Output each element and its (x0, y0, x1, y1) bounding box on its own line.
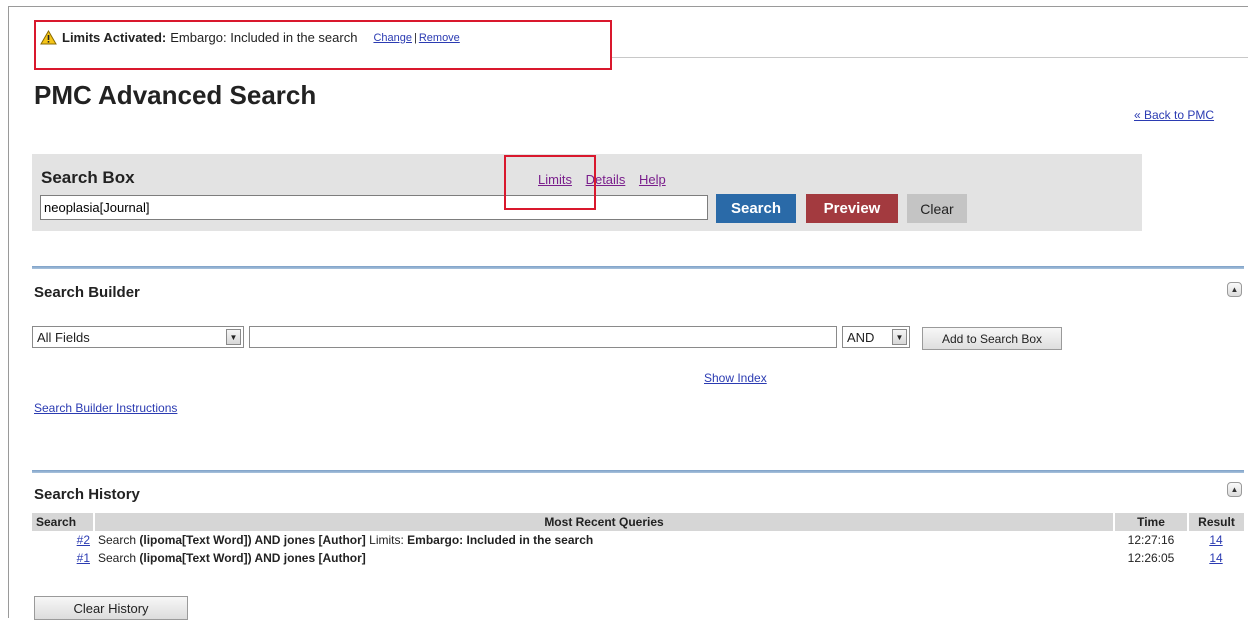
search-history-table: Search Most Recent Queries Time Result #… (32, 513, 1244, 567)
search-history-title: Search History (34, 486, 140, 503)
boolean-operator-select[interactable]: AND ▼ (842, 326, 910, 348)
collapse-up-icon[interactable]: ▲ (1227, 282, 1242, 297)
search-builder-divider (32, 266, 1244, 269)
table-row: #2 Search (lipoma[Text Word]) AND jones … (32, 531, 1244, 549)
add-to-search-box-button[interactable]: Add to Search Box (922, 327, 1062, 350)
page-title: PMC Advanced Search (34, 80, 317, 110)
back-to-pmc-link[interactable]: « Back to PMC (1134, 108, 1214, 122)
table-row: #1 Search (lipoma[Text Word]) AND jones … (32, 549, 1244, 567)
search-button[interactable]: Search (716, 194, 796, 223)
query-cell: Search (lipoma[Text Word]) AND jones [Au… (94, 549, 1114, 567)
table-header-row: Search Most Recent Queries Time Result (32, 513, 1244, 531)
column-header-search: Search (32, 513, 95, 531)
field-select-value: All Fields (37, 329, 90, 345)
query-limits-label: Limits: (369, 533, 404, 547)
chevron-down-icon: ▼ (226, 329, 241, 345)
highlight-box-limits-bar (34, 20, 612, 70)
search-box-label: Search Box (41, 168, 135, 187)
chevron-down-icon: ▼ (892, 329, 907, 345)
show-index-link[interactable]: Show Index (704, 371, 767, 385)
top-divider (610, 57, 1248, 58)
clear-button[interactable]: Clear (907, 194, 967, 223)
search-term-input[interactable] (249, 326, 837, 348)
query-text: (lipoma[Text Word]) AND jones [Author] (139, 551, 366, 565)
time-cell: 12:26:05 (1127, 551, 1175, 565)
collapse-up-icon[interactable]: ▲ (1227, 482, 1242, 497)
query-text: (lipoma[Text Word]) AND jones [Author] (139, 533, 366, 547)
search-input[interactable] (40, 195, 708, 220)
boolean-operator-value: AND (847, 329, 875, 345)
highlight-box-limits-link (504, 155, 596, 210)
query-prefix: Search (98, 551, 137, 565)
time-cell: 12:27:16 (1127, 533, 1175, 547)
clear-history-button[interactable]: Clear History (34, 596, 188, 620)
query-limits-value: Embargo: Included in the search (407, 533, 594, 547)
result-count-link[interactable]: 14 (1209, 533, 1222, 547)
search-history-divider (32, 470, 1244, 473)
search-number-link[interactable]: #2 (77, 533, 90, 547)
column-header-time: Time (1114, 513, 1189, 531)
column-header-query: Most Recent Queries (94, 513, 1115, 531)
field-select[interactable]: All Fields ▼ (32, 326, 244, 348)
query-cell: Search (lipoma[Text Word]) AND jones [Au… (94, 531, 1114, 549)
help-link[interactable]: Help (639, 172, 666, 187)
column-header-result: Result (1188, 513, 1244, 531)
preview-button[interactable]: Preview (806, 194, 898, 223)
query-prefix: Search (98, 533, 137, 547)
result-count-link[interactable]: 14 (1209, 551, 1222, 565)
search-number-link[interactable]: #1 (77, 551, 90, 565)
search-builder-instructions-link[interactable]: Search Builder Instructions (34, 401, 177, 415)
search-builder-title: Search Builder (34, 284, 140, 301)
